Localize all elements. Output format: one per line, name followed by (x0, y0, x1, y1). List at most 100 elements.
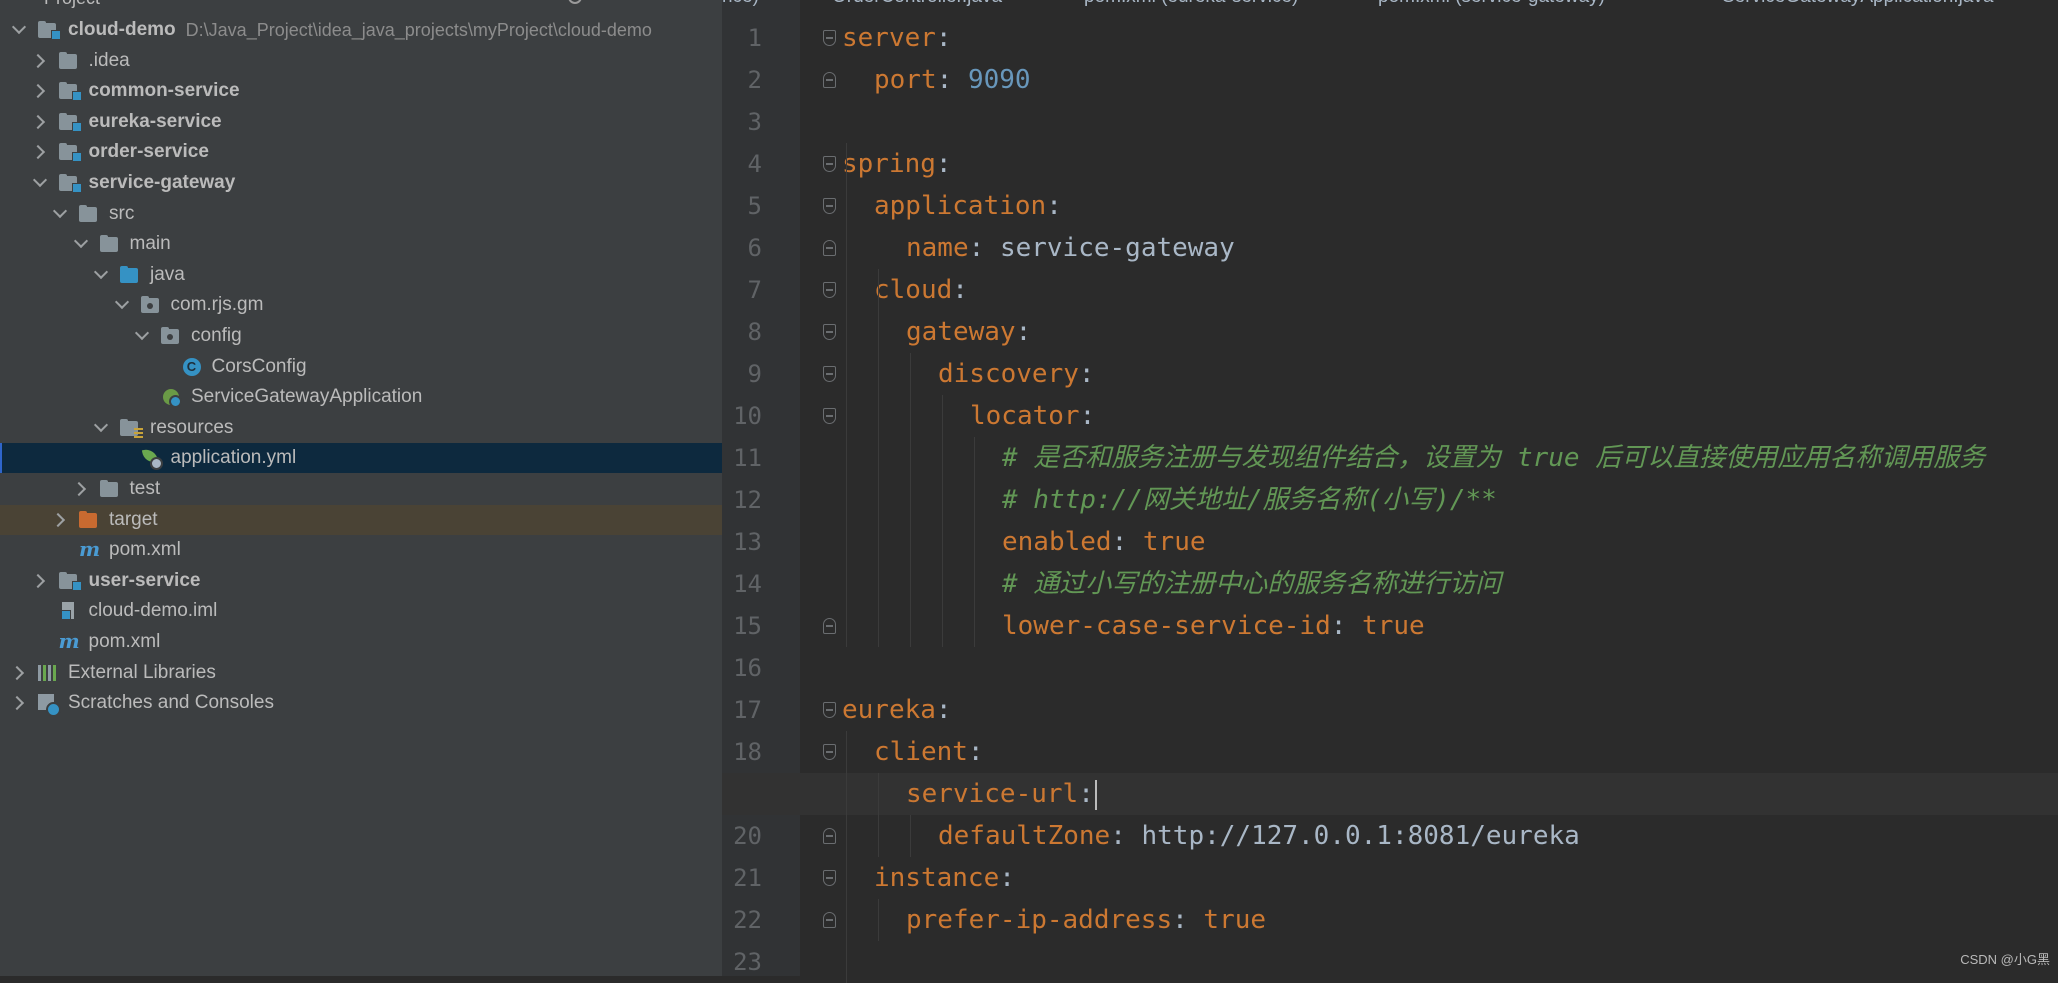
tree-item[interactable]: main (0, 229, 722, 259)
indent-guide (846, 731, 847, 983)
editor-tab[interactable]: OrderController.java (832, 0, 1002, 8)
code-token: eureka (842, 695, 936, 725)
chevron-down-icon[interactable] (12, 23, 26, 37)
code-token: : (935, 23, 952, 53)
chevron-down-icon[interactable] (135, 329, 149, 343)
code-line[interactable]: spring: (722, 143, 2058, 185)
indent-guide (878, 815, 879, 857)
tree-item[interactable]: order-service (0, 137, 722, 167)
tree-item-label: target (109, 508, 158, 530)
tree-item[interactable]: External Libraries (0, 658, 722, 688)
code-line[interactable]: eureka: (722, 689, 2058, 731)
chevron-down-icon[interactable] (94, 268, 108, 282)
code-line[interactable]: discovery: (722, 353, 2058, 395)
tree-item[interactable]: common-service (0, 76, 722, 106)
tree-item[interactable]: config (0, 321, 722, 351)
chevron-right-icon[interactable] (33, 145, 47, 159)
chevron-right-icon[interactable] (33, 54, 47, 68)
code-line[interactable]: application: (722, 185, 2058, 227)
code-token: : (1078, 359, 1095, 389)
code-line[interactable]: gateway: (722, 311, 2058, 353)
code-line[interactable]: enabled: true (722, 521, 2058, 563)
code-token: http://127.0.0.1:8081/eureka (1141, 821, 1580, 851)
code-line[interactable]: server: (722, 17, 2058, 59)
editor-tab[interactable]: rice) (722, 0, 759, 8)
code-line-content: # http://网关地址/服务名称(小写)/** (1002, 479, 1497, 521)
tree-item[interactable]: src (0, 199, 722, 229)
tree-item[interactable]: java (0, 260, 722, 290)
code-line[interactable]: prefer-ip-address: true (722, 899, 2058, 941)
code-line[interactable]: # 是否和服务注册与发现组件结合，设置为 true 后可以直接使用应用名称调用服… (722, 437, 2058, 479)
code-editor[interactable]: 1234567891011121314151617181920212223 se… (722, 0, 2058, 983)
code-token: locator (970, 401, 1080, 431)
code-line[interactable]: service-url: (722, 773, 2058, 815)
tree-item[interactable]: test (0, 474, 722, 504)
chevron-right-icon[interactable] (12, 696, 26, 710)
code-line[interactable]: # http://网关地址/服务名称(小写)/** (722, 479, 2058, 521)
tree-item[interactable]: C CorsConfig (0, 352, 722, 382)
tree-item[interactable]: ServiceGatewayApplication (0, 382, 722, 412)
chevron-right-icon[interactable] (74, 482, 88, 496)
code-token: name (906, 233, 969, 263)
chevron-down-icon[interactable] (53, 207, 67, 221)
chevron-down-icon[interactable] (74, 237, 88, 251)
code-token: server (842, 23, 936, 53)
tree-item[interactable]: com.rjs.gm (0, 290, 722, 320)
module-folder-icon (58, 112, 82, 132)
code-token: service-gateway (999, 233, 1235, 263)
resources-folder-icon (120, 418, 143, 438)
chevron-right-icon[interactable] (33, 115, 47, 129)
code-line[interactable]: port: 9090 (722, 59, 2058, 101)
tree-item[interactable]: m pom.xml (0, 535, 722, 565)
tree-item[interactable]: target (0, 504, 722, 535)
code-line[interactable] (722, 647, 2058, 689)
code-token: prefer-ip-address (906, 905, 1173, 935)
code-token: true (1142, 527, 1206, 557)
code-token: : (1046, 191, 1062, 221)
chevron-down-icon[interactable] (94, 421, 108, 435)
chevron-down-icon[interactable] (33, 176, 47, 190)
locate-icon[interactable] (568, 0, 582, 4)
code-line[interactable]: defaultZone: http://127.0.0.1:8081/eurek… (722, 815, 2058, 857)
folder-icon (58, 51, 81, 71)
code-line[interactable]: locator: (722, 395, 2058, 437)
tree-item[interactable]: cloud-demo D:\Java_Project\idea_java_proj… (0, 15, 722, 45)
tree-item-label: pom.xml (88, 631, 161, 652)
code-line[interactable]: # 通过小写的注册中心的服务名称进行访问 (722, 563, 2058, 605)
code-token: defaultZone (938, 821, 1111, 851)
chevron-down-icon[interactable] (115, 298, 129, 312)
code-token: true (1362, 611, 1425, 641)
chevron-right-icon[interactable] (53, 513, 67, 527)
code-token: : (968, 233, 1000, 263)
editor-tab[interactable]: pom.xml (service-gateway) (1378, 0, 1605, 8)
tree-item[interactable]: cloud-demo.iml (0, 596, 722, 626)
chevron-right-icon[interactable] (12, 666, 26, 680)
code-line[interactable]: client: (722, 731, 2058, 773)
chevron-right-icon[interactable] (33, 574, 47, 588)
chevron-right-icon[interactable] (33, 84, 47, 98)
code-line[interactable]: cloud: (722, 269, 2058, 311)
tree-item[interactable]: m pom.xml (0, 627, 722, 657)
tree-item[interactable]: resources (0, 413, 722, 443)
code-line[interactable] (722, 101, 2058, 143)
tree-item[interactable]: Scratches and Consoles (0, 688, 722, 718)
code-line[interactable]: lower-case-service-id: true (722, 605, 2058, 647)
editor-tab[interactable]: pom.xml (eureka-service) (1084, 0, 1298, 8)
folder-icon (99, 234, 122, 254)
indent-guide (910, 353, 911, 647)
editor-tab[interactable]: ServiceGatewayApplication.java (1722, 0, 1993, 8)
code-line[interactable] (722, 941, 2058, 983)
tree-item[interactable]: application.yml (0, 443, 722, 474)
code-comment: # 通过小写的注册中心的服务名称进行访问 (1002, 569, 1502, 599)
tree-item[interactable]: user-service (0, 566, 722, 596)
watermark: CSDN @小G黑 (1960, 952, 2050, 967)
tree-item-path: D:\Java_Project\idea_java_projects\myPro… (185, 19, 652, 40)
code-line[interactable]: instance: (722, 857, 2058, 899)
project-panel-title[interactable]: Project (44, 0, 100, 9)
code-token: port (874, 65, 937, 95)
tree-item[interactable]: service-gateway (0, 168, 722, 198)
tree-item[interactable]: .idea (0, 46, 722, 76)
code-line[interactable]: name: service-gateway (722, 227, 2058, 269)
code-line-content: defaultZone: http://127.0.0.1:8081/eurek… (938, 815, 1580, 857)
tree-item[interactable]: eureka-service (0, 107, 722, 137)
